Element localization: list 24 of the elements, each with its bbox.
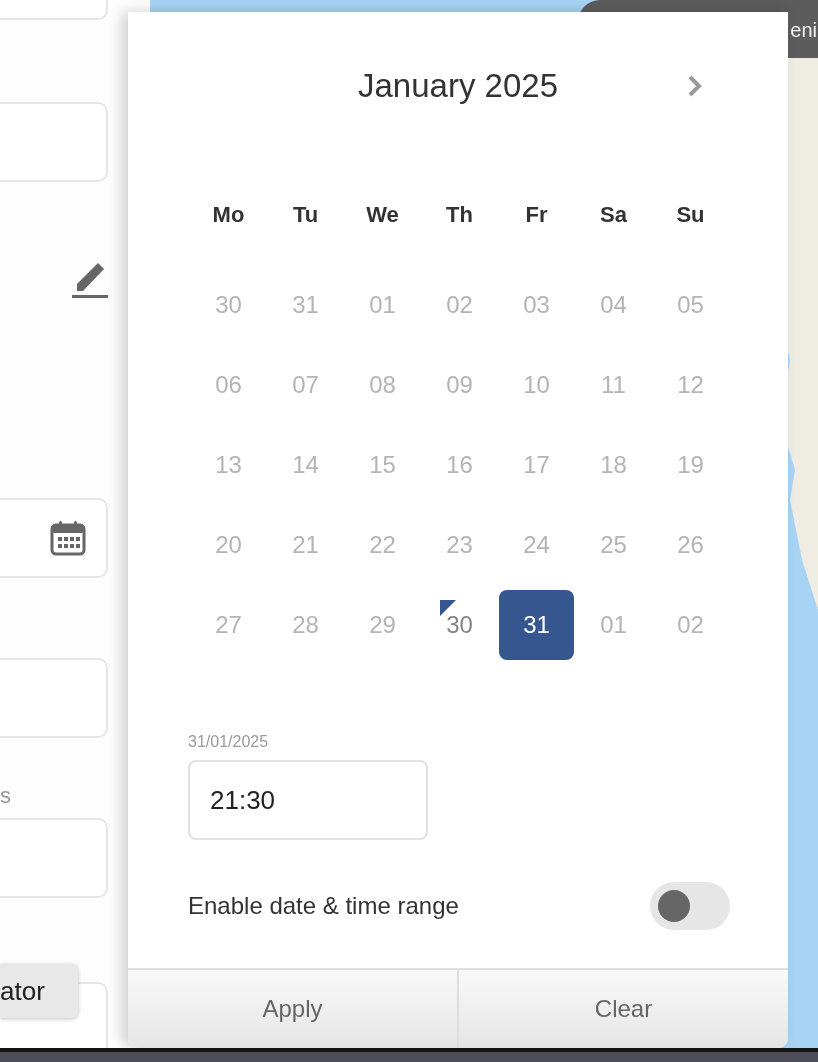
calendar-day[interactable]: 31 xyxy=(499,590,574,660)
toggle-switch[interactable] xyxy=(650,882,730,930)
input-field[interactable] xyxy=(0,102,108,182)
weekday-label: Mo xyxy=(212,202,245,228)
footer-button[interactable]: Apply xyxy=(128,970,459,1048)
weekday-label: Sa xyxy=(600,202,627,228)
pencil-icon[interactable] xyxy=(72,262,108,298)
weekday-label: Th xyxy=(446,202,473,228)
weekday-label: We xyxy=(366,202,399,228)
footer-button[interactable]: Clear xyxy=(459,970,788,1048)
weekday-label: Su xyxy=(676,202,705,228)
date-label: 31/01/2025 xyxy=(188,732,269,752)
time-field[interactable]: 21:30 xyxy=(188,760,428,840)
weekday-label: Tu xyxy=(292,202,319,228)
calendar-icon[interactable] xyxy=(50,520,86,556)
month-title: January 2025 xyxy=(358,66,558,106)
calendar-day[interactable]: 30 xyxy=(446,611,473,639)
input-field[interactable] xyxy=(0,498,108,578)
toggle-label: Enable date & time range xyxy=(188,892,459,920)
field-label: s xyxy=(0,784,11,808)
weekday-label: Fr xyxy=(525,202,548,228)
input-field[interactable] xyxy=(0,818,108,898)
input-field[interactable] xyxy=(0,658,108,738)
tooltip: ator xyxy=(0,964,78,1018)
